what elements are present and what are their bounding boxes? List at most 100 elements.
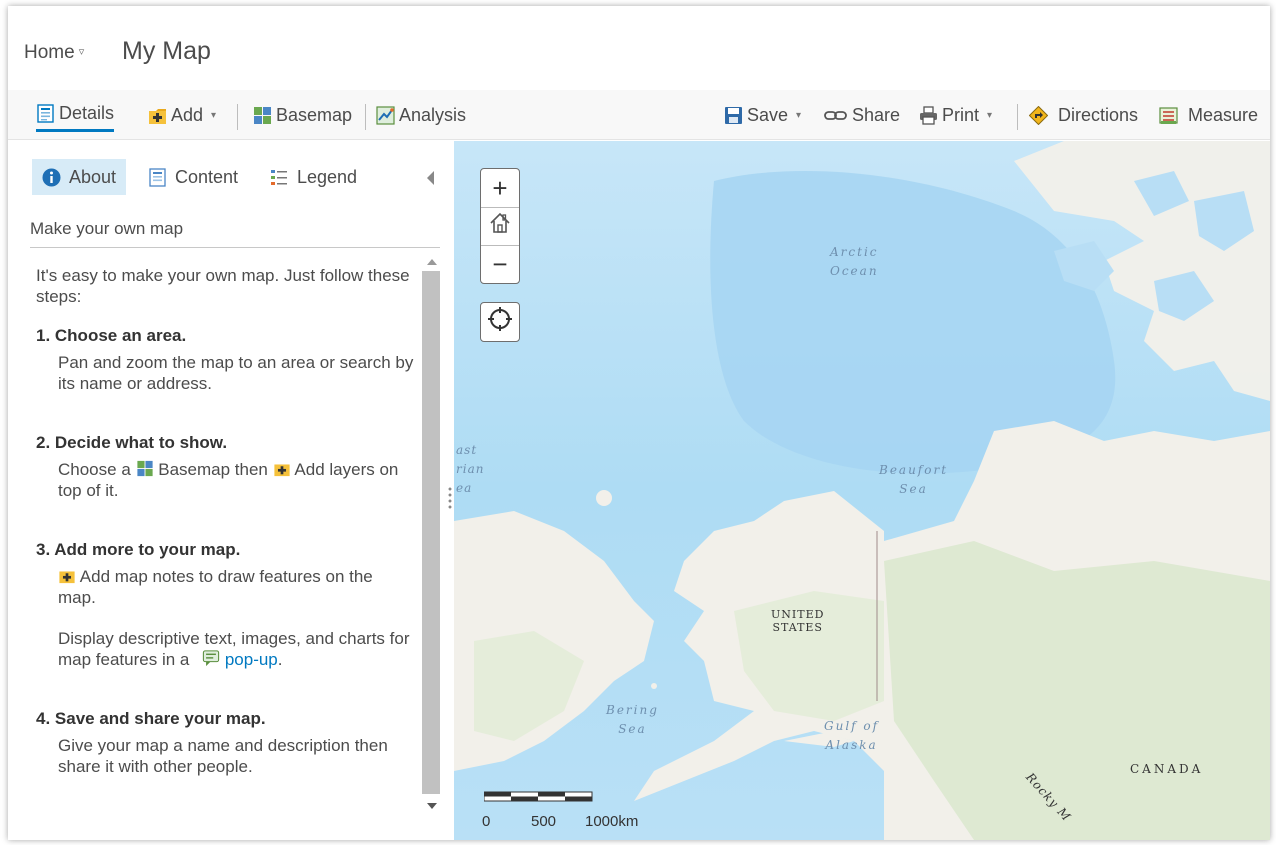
measure-button[interactable]: Measure <box>1159 102 1258 128</box>
map-label-line: Sea <box>618 722 647 736</box>
details-button[interactable]: Details <box>36 100 115 132</box>
locate-icon <box>487 306 513 339</box>
add-icon <box>273 460 291 477</box>
basemap-button[interactable]: Basemap <box>253 102 352 128</box>
save-caret-icon: ▾ <box>796 109 802 121</box>
step-body: Add map notes to draw features on the ma… <box>58 566 414 670</box>
details-label: Details <box>59 103 115 123</box>
east-siberian-sea-label: ast rian ea <box>456 441 484 498</box>
add-icon <box>148 106 167 125</box>
tab-legend[interactable]: Legend <box>260 159 367 195</box>
basemap-icon <box>253 106 272 125</box>
save-label: Save <box>747 104 789 125</box>
panel-scrollbar[interactable] <box>422 255 440 823</box>
map-label-line: rian <box>456 462 485 476</box>
scroll-down-icon[interactable] <box>427 803 437 809</box>
map-label-line: STATES <box>772 621 823 634</box>
scroll-thumb[interactable] <box>422 271 440 794</box>
scale-bar-graphic <box>483 791 593 802</box>
toolbar-divider <box>237 104 238 130</box>
analysis-button[interactable]: Analysis <box>376 102 466 128</box>
scroll-up-icon[interactable] <box>427 259 437 265</box>
united-states-label: UNITED STATES <box>771 608 824 634</box>
legend-icon <box>270 168 289 187</box>
panel-subtitle: Make your own map <box>30 219 440 248</box>
scale-zero: 0 <box>482 813 491 830</box>
intro-text: It's easy to make your own map. Just fol… <box>36 266 410 306</box>
map-label-line: ast <box>456 443 478 457</box>
panel-resize-handle[interactable] <box>448 486 452 510</box>
tab-legend-label: Legend <box>297 166 358 187</box>
zoom-out-button[interactable]: − <box>481 245 519 283</box>
bering-sea-label: Bering Sea <box>606 701 659 739</box>
step-text: Choose a Basemap then Add layers on top … <box>58 459 414 501</box>
home-menu[interactable]: Home ▿ <box>24 42 84 64</box>
map-view[interactable]: Arctic Ocean Beaufort Sea Bering Sea Gul… <box>454 141 1270 840</box>
scale-mid: 500 <box>531 813 557 830</box>
map-note-icon <box>58 567 76 584</box>
analysis-icon <box>376 105 395 125</box>
step-text-part: . <box>277 650 283 669</box>
step-title: 3. Add more to your map. <box>36 540 241 559</box>
step-text-part: Add map notes to draw features on the ma… <box>58 567 373 607</box>
about-content: It's easy to make your own map. Just fol… <box>36 265 414 777</box>
canada-label: CANADA <box>1130 762 1204 776</box>
zoom-controls: + − <box>480 168 520 284</box>
map-label-line: Beaufort <box>879 463 949 477</box>
toolbar-divider <box>365 104 366 130</box>
step-text-part: Basemap then <box>158 460 268 479</box>
tab-about[interactable]: About <box>32 159 127 195</box>
tab-content[interactable]: Content <box>138 159 248 195</box>
basemap-icon <box>136 460 154 477</box>
map-label-line: Bering <box>606 703 659 717</box>
zoom-in-button[interactable]: + <box>481 169 519 207</box>
arctic-ocean-label: Arctic Ocean <box>830 243 879 281</box>
basemap-label: Basemap <box>276 104 353 125</box>
share-label: Share <box>852 104 901 125</box>
toolbar-divider <box>1017 104 1018 130</box>
step-title: 1. Choose an area. <box>36 326 187 345</box>
tab-content-label: Content <box>175 166 239 187</box>
locate-control <box>480 302 520 342</box>
step-text: Give your map a name and description the… <box>58 736 388 776</box>
locate-button[interactable] <box>481 303 519 341</box>
popup-link[interactable]: pop-up <box>225 650 278 669</box>
measure-label: Measure <box>1188 104 1259 125</box>
gulf-of-alaska-label: Gulf of Alaska <box>824 717 879 755</box>
step-text: Add map notes to draw features on the ma… <box>58 566 414 608</box>
step-text: Pan and zoom the map to an area or searc… <box>58 353 414 393</box>
popup-icon <box>202 650 220 667</box>
step-body: Choose a Basemap then Add layers on top … <box>58 459 414 501</box>
step-body: Give your map a name and description the… <box>58 735 414 777</box>
content-icon <box>148 167 167 187</box>
save-button[interactable]: Save ▾ <box>724 102 801 128</box>
page-title: My Map <box>122 37 211 65</box>
info-icon <box>42 168 61 187</box>
toolbar: Details Add ▾ Basemap Analysis Save ▾ Sh… <box>8 90 1270 140</box>
collapse-panel-icon[interactable] <box>427 171 434 185</box>
print-label: Print <box>942 104 980 125</box>
home-caret-icon: ▿ <box>78 46 85 58</box>
map-label-line: Alaska <box>825 738 878 752</box>
home-icon <box>488 211 512 242</box>
map-label-line: UNITED <box>771 608 825 621</box>
step-text-part: Choose a <box>58 460 131 479</box>
save-icon <box>724 106 743 125</box>
analysis-label: Analysis <box>399 104 467 125</box>
home-extent-button[interactable] <box>481 207 519 245</box>
step-title: 4. Save and share your map. <box>36 709 266 728</box>
details-icon <box>36 104 55 123</box>
tab-about-label: About <box>69 166 117 187</box>
scale-end: 1000km <box>585 813 639 830</box>
print-button[interactable]: Print ▾ <box>919 102 992 128</box>
measure-icon <box>1159 106 1178 125</box>
directions-button[interactable]: Directions <box>1028 102 1138 128</box>
add-caret-icon: ▾ <box>211 109 217 121</box>
share-button[interactable]: Share <box>824 102 900 128</box>
print-caret-icon: ▾ <box>987 109 993 121</box>
share-link-icon <box>824 106 848 125</box>
map-label-line: ea <box>456 481 473 495</box>
map-label-line: Sea <box>899 482 928 496</box>
home-label: Home <box>24 42 75 63</box>
add-button[interactable]: Add ▾ <box>148 102 216 128</box>
